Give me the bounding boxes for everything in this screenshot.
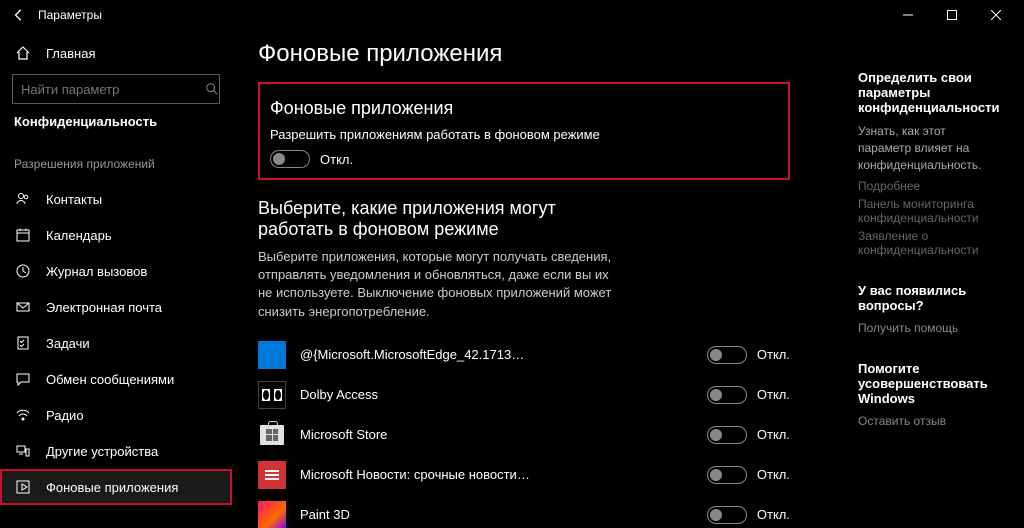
background-apps-icon bbox=[14, 479, 32, 495]
mail-icon bbox=[14, 299, 32, 315]
sidebar-item-background-apps[interactable]: Фоновые приложения bbox=[0, 469, 232, 505]
app-row: Microsoft Store Откл. bbox=[258, 415, 790, 455]
app-name: Microsoft Новости: срочные новости и в..… bbox=[300, 467, 530, 482]
app-icon-store bbox=[258, 421, 286, 449]
home-link[interactable]: Главная bbox=[0, 36, 232, 70]
devices-icon bbox=[14, 443, 32, 459]
title-bar: Параметры bbox=[0, 0, 1024, 30]
section-label: Конфиденциальность bbox=[0, 114, 232, 129]
aside-link-help[interactable]: Получить помощь bbox=[858, 321, 1000, 335]
sidebar-item-other-devices[interactable]: Другие устройства bbox=[0, 433, 232, 469]
home-label: Главная bbox=[46, 46, 95, 61]
app-row: Microsoft Новости: срочные новости и в..… bbox=[258, 455, 790, 495]
search-input[interactable] bbox=[13, 82, 205, 97]
app-name: Paint 3D bbox=[300, 507, 530, 522]
app-name: @{Microsoft.MicrosoftEdge_42.17134.1.0_n… bbox=[300, 347, 530, 362]
search-icon bbox=[205, 82, 219, 96]
back-button[interactable] bbox=[6, 2, 32, 28]
calendar-icon bbox=[14, 227, 32, 243]
messaging-icon bbox=[14, 371, 32, 387]
aside-text: Узнать, как этот параметр влияет на конф… bbox=[858, 123, 1000, 173]
nav-label: Контакты bbox=[46, 192, 102, 207]
app-toggle[interactable] bbox=[707, 346, 747, 364]
app-toggle[interactable] bbox=[707, 426, 747, 444]
aside-heading: У вас появились вопросы? bbox=[858, 283, 1000, 313]
nav-label: Календарь bbox=[46, 228, 112, 243]
tasks-icon bbox=[14, 335, 32, 351]
sidebar-item-radio[interactable]: Радио bbox=[0, 397, 232, 433]
app-toggle[interactable] bbox=[707, 506, 747, 524]
nav-label: Задачи bbox=[46, 336, 90, 351]
aside: Определить свои параметры конфиденциальн… bbox=[858, 40, 1000, 528]
app-toggle[interactable] bbox=[707, 386, 747, 404]
app-row: Paint 3D Откл. bbox=[258, 495, 790, 528]
nav-list: Контакты Календарь Журнал вызовов Электр… bbox=[0, 181, 232, 528]
nav-label: Другие устройства bbox=[46, 444, 158, 459]
sidebar-item-contacts[interactable]: Контакты bbox=[0, 181, 232, 217]
master-toggle-state: Откл. bbox=[320, 152, 353, 167]
sidebar: Главная Конфиденциальность Разрешения пр… bbox=[0, 30, 232, 528]
contacts-icon bbox=[14, 191, 32, 207]
app-name: Microsoft Store bbox=[300, 427, 530, 442]
master-toggle[interactable] bbox=[270, 150, 310, 168]
app-name: Dolby Access bbox=[300, 387, 530, 402]
aside-heading: Помогите усовершенствовать Windows bbox=[858, 361, 1000, 406]
aside-link-more[interactable]: Подробнее bbox=[858, 179, 1000, 193]
nav-label: Журнал вызовов bbox=[46, 264, 147, 279]
setting-label: Разрешить приложениям работать в фоновом… bbox=[270, 127, 778, 142]
sidebar-item-messaging[interactable]: Обмен сообщениями bbox=[0, 361, 232, 397]
app-toggle[interactable] bbox=[707, 466, 747, 484]
section-title: Фоновые приложения bbox=[270, 98, 778, 119]
close-button[interactable] bbox=[974, 0, 1018, 30]
app-toggle-state: Откл. bbox=[757, 347, 790, 362]
sidebar-item-email[interactable]: Электронная почта bbox=[0, 289, 232, 325]
nav-label: Электронная почта bbox=[46, 300, 162, 315]
app-icon-edge bbox=[258, 341, 286, 369]
content: Фоновые приложения Фоновые приложения Ра… bbox=[258, 40, 798, 528]
maximize-button[interactable] bbox=[930, 0, 974, 30]
aside-heading: Определить свои параметры конфиденциальн… bbox=[858, 70, 1000, 115]
highlight-box-master-toggle: Фоновые приложения Разрешить приложениям… bbox=[258, 82, 790, 180]
aside-link-statement[interactable]: Заявление о конфиденциальности bbox=[858, 229, 1000, 257]
sidebar-item-calendar[interactable]: Календарь bbox=[0, 217, 232, 253]
app-toggle-state: Откл. bbox=[757, 467, 790, 482]
nav-label: Радио bbox=[46, 408, 84, 423]
app-icon-news bbox=[258, 461, 286, 489]
home-icon bbox=[14, 45, 32, 61]
app-row: @{Microsoft.MicrosoftEdge_42.17134.1.0_n… bbox=[258, 335, 790, 375]
app-toggle-state: Откл. bbox=[757, 427, 790, 442]
nav-label: Фоновые приложения bbox=[46, 480, 178, 495]
search-box[interactable] bbox=[12, 74, 220, 104]
aside-link-feedback[interactable]: Оставить отзыв bbox=[858, 414, 1000, 428]
window-title: Параметры bbox=[38, 8, 102, 22]
app-toggle-state: Откл. bbox=[757, 507, 790, 522]
group-label: Разрешения приложений bbox=[0, 157, 232, 171]
app-icon-paint3d bbox=[258, 501, 286, 528]
app-row: Dolby Access Откл. bbox=[258, 375, 790, 415]
sidebar-item-tasks[interactable]: Задачи bbox=[0, 325, 232, 361]
sidebar-item-call-history[interactable]: Журнал вызовов bbox=[0, 253, 232, 289]
page-title: Фоновые приложения bbox=[258, 40, 790, 68]
app-toggle-state: Откл. bbox=[757, 387, 790, 402]
history-icon bbox=[14, 263, 32, 279]
radio-icon bbox=[14, 407, 32, 423]
section-desc: Выберите приложения, которые могут получ… bbox=[258, 248, 618, 321]
aside-link-dashboard[interactable]: Панель мониторинга конфиденциальности bbox=[858, 197, 1000, 225]
minimize-button[interactable] bbox=[886, 0, 930, 30]
nav-label: Обмен сообщениями bbox=[46, 372, 174, 387]
app-icon-dolby bbox=[258, 381, 286, 409]
section-title-2: Выберите, какие приложения могут работат… bbox=[258, 198, 618, 240]
